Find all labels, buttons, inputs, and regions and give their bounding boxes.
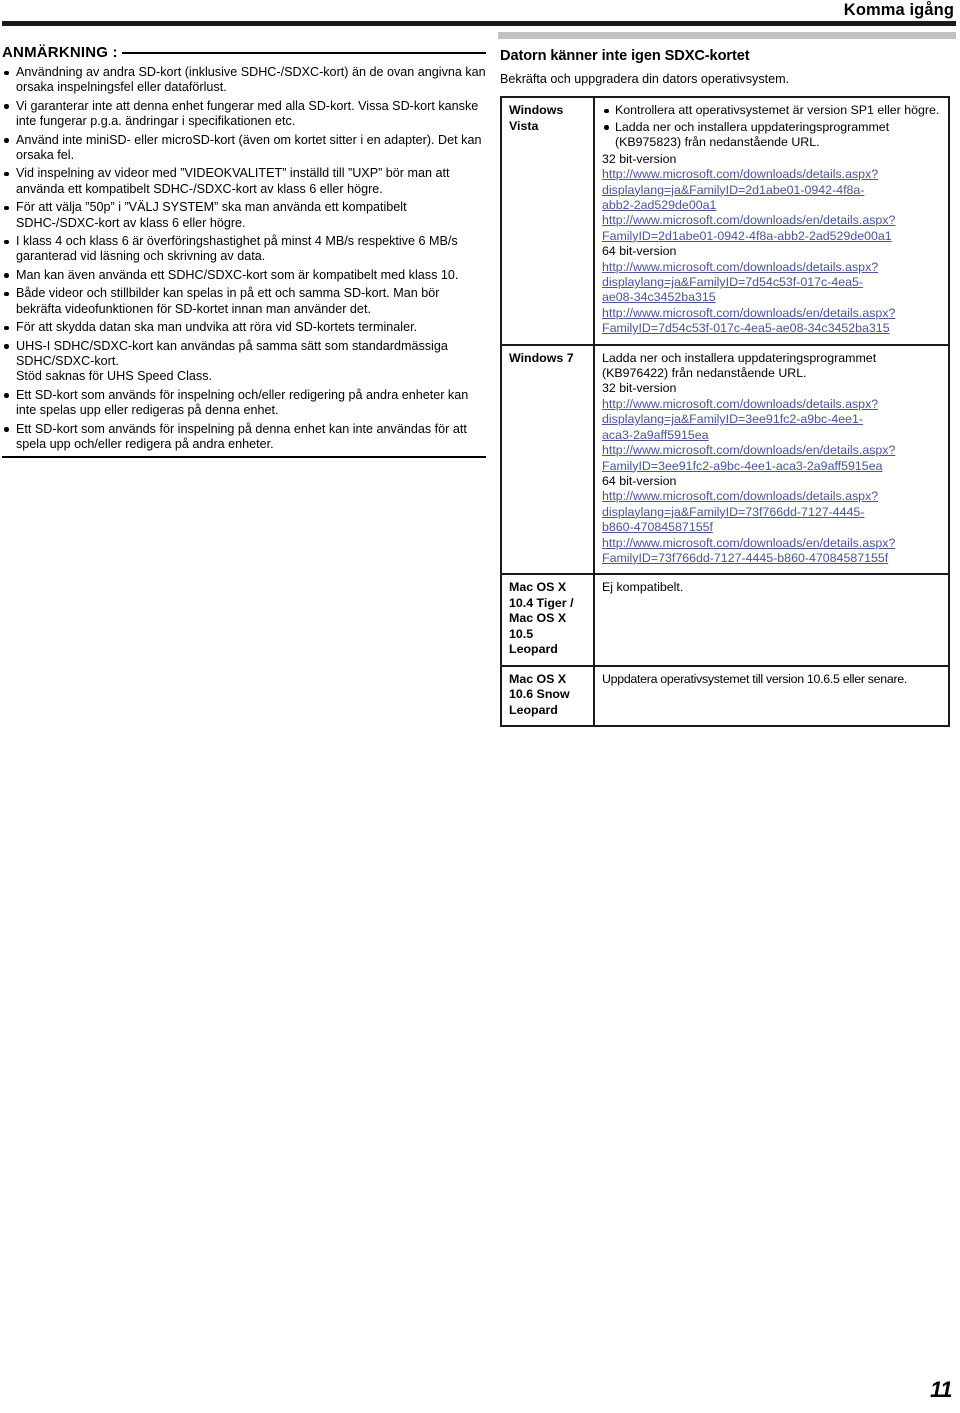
note-bullet-text: Användning av andra SD-kort (inklusive S… (16, 65, 486, 95)
note-bullet-text: För att välja ”50p” i ”VÄLJ SYSTEM” ska … (16, 200, 407, 230)
note-bullet-item: Vid inspelning av videor med ”VIDEOKVALI… (2, 166, 486, 197)
download-url-link[interactable]: http://www.microsoft.com/downloads/detai… (602, 260, 942, 275)
note-bullet-text: Använd inte miniSD- eller microSD-kort (… (16, 132, 482, 163)
download-url-link[interactable]: FamilyID=2d1abe01-0942-4f8a-abb2-2ad529d… (602, 229, 942, 244)
table-row: Windows 7 Ladda ner och installera uppdat… (500, 343, 950, 576)
note-heading-rule (121, 52, 486, 54)
download-url-link[interactable]: abb2-2ad529de00a1 (602, 198, 942, 213)
note-bullet-item: För att skydda datan ska man undvika att… (2, 320, 486, 335)
note-bullet-text: UHS-I SDHC/SDXC-kort kan användas på sam… (16, 338, 448, 368)
note-bullet-item: UHS-I SDHC/SDXC-kort kan användas på sam… (2, 339, 486, 385)
download-url-link[interactable]: displaylang=ja&FamilyID=7d54c53f-017c-4e… (602, 275, 942, 290)
os-name-line: Windows (509, 103, 564, 117)
os-name-line: Leopard (509, 702, 558, 717)
note-bullet-text: Ett SD-kort som används för inspelning p… (16, 421, 467, 451)
note-bullet-item: Använd inte miniSD- eller microSD-kort (… (2, 133, 486, 164)
os-name-line: Windows 7 (509, 350, 574, 365)
note-bullet-item: I klass 4 och klass 6 är överföringshast… (2, 234, 486, 265)
note-bullet-item: För att välja ”50p” i ”VÄLJ SYSTEM” ska … (2, 200, 486, 231)
os-detail-text: 32 bit-version (602, 151, 677, 166)
os-name-cell: Mac OS X 10.4 Tiger / Mac OS X 10.5 Leopard (500, 573, 595, 667)
download-url-link[interactable]: http://www.microsoft.com/downloads/en/de… (602, 443, 942, 458)
os-name-cell: Windows Vista (500, 96, 595, 346)
download-url-link[interactable]: http://www.microsoft.com/downloads/en/de… (602, 213, 942, 228)
right-column: Datorn känner inte igen SDXC-kortet Bekr… (498, 32, 956, 728)
os-name-line: 10.6 Snow (509, 687, 570, 702)
os-detail-text: Ladda ner och installera uppdateringspro… (602, 350, 877, 365)
section-accent-bar (498, 32, 956, 39)
os-name-line: Mac OS X (509, 671, 567, 686)
os-name-line: Vista (509, 118, 539, 133)
download-url-link[interactable]: http://www.microsoft.com/downloads/detai… (602, 489, 942, 504)
note-closing-rule (2, 456, 486, 459)
os-detail-bullet-list: Kontrollera att operativsystemet är vers… (602, 103, 942, 151)
sdxc-section-lede: Bekräfta och uppgradera din dators opera… (500, 72, 790, 86)
download-url-link[interactable]: displaylang=ja&FamilyID=2d1abe01-0942-4f… (602, 183, 942, 198)
table-row: Mac OS X 10.6 Snow Leopard Uppdatera operat… (500, 664, 950, 728)
note-bullet-item: Ett SD-kort som används för inspelning o… (2, 388, 486, 419)
note-bullet-item: Användning av andra SD-kort (inklusive S… (2, 65, 486, 96)
note-bullet-text: För att skydda datan ska man undvika att… (16, 320, 418, 335)
note-bullet-item: Vi garanterar inte att denna enhet funge… (2, 99, 486, 130)
download-url-link[interactable]: http://www.microsoft.com/downloads/en/de… (602, 536, 942, 551)
download-url-link[interactable]: http://www.microsoft.com/downloads/en/de… (602, 306, 942, 321)
note-label: ANMÄRKNING : (2, 43, 118, 61)
os-detail-cell: Ej kompatibelt. (593, 573, 950, 667)
download-url-link[interactable]: ae08-34c3452ba315 (602, 290, 942, 305)
os-name-cell: Windows 7 (500, 343, 595, 576)
os-detail-cell: Uppdatera operativsystemet till version … (593, 664, 950, 728)
table-row: Windows Vista Kontrollera att operativsyst… (500, 96, 950, 346)
download-url-link[interactable]: aca3-2a9aff5915ea (602, 428, 942, 443)
download-url-link[interactable]: b860-47084587155f (602, 520, 942, 535)
os-detail-bullet-item: Ladda ner och installera uppdateringspro… (602, 120, 942, 151)
note-bullet-text: Vi garanterar inte att denna enhet funge… (16, 98, 479, 129)
os-name-line: 10.4 Tiger / (509, 595, 574, 610)
download-url-link[interactable]: displaylang=ja&FamilyID=3ee91fc2-a9bc-4e… (602, 412, 942, 427)
download-url-link[interactable]: FamilyID=73f766dd-7127-4445-b860-4708458… (602, 551, 942, 566)
page-number: 11 (930, 1377, 952, 1402)
os-name-line: 10.5 (509, 626, 534, 641)
note-bullet-item: Ett SD-kort som används för inspelning p… (2, 422, 486, 453)
os-detail-text: 32 bit-version (602, 381, 677, 396)
download-url-link[interactable]: displaylang=ja&FamilyID=73f766dd-7127-44… (602, 505, 942, 520)
note-bullet-text: I klass 4 och klass 6 är överföringshast… (16, 234, 458, 264)
os-name-cell: Mac OS X 10.6 Snow Leopard (500, 664, 595, 728)
download-url-link[interactable]: http://www.microsoft.com/downloads/detai… (602, 397, 942, 412)
os-detail-cell: Kontrollera att operativsystemet är vers… (593, 96, 950, 346)
os-name-line: Leopard (509, 642, 558, 657)
note-bullet-text: Man kan även använda ett SDHC/SDXC-kort … (16, 267, 459, 282)
os-detail-text: Ej kompatibelt. (602, 580, 684, 595)
os-detail-text: 64 bit-version (602, 473, 677, 488)
header-divider-rule (2, 21, 956, 26)
page-title: Komma igång (843, 1, 954, 19)
note-bullet-text: Ett SD-kort som används för inspelning o… (16, 387, 469, 418)
note-bullet-item: Både videor och stillbilder kan spelas i… (2, 286, 486, 317)
os-compatibility-table: Windows Vista Kontrollera att operativsyst… (500, 96, 950, 728)
note-bullet-list: Användning av andra SD-kort (inklusive S… (2, 65, 486, 452)
os-detail-text: (KB976422) från nedanstående URL. (602, 366, 807, 381)
os-detail-cell: Ladda ner och installera uppdateringspro… (593, 343, 950, 576)
note-bullet-text: Vid inspelning av videor med ”VIDEOKVALI… (16, 166, 450, 196)
sdxc-section-title: Datorn känner inte igen SDXC-kortet (500, 48, 750, 64)
download-url-link[interactable]: FamilyID=7d54c53f-017c-4ea5-ae08-34c3452… (602, 321, 942, 336)
os-detail-bullet-item: Kontrollera att operativsystemet är vers… (602, 103, 942, 119)
os-name-line: Mac OS X (509, 611, 567, 626)
note-bullet-item: Man kan även använda ett SDHC/SDXC-kort … (2, 268, 486, 283)
note-bullet-text: Både videor och stillbilder kan spelas i… (16, 286, 440, 316)
os-name-line: Mac OS X (509, 580, 567, 595)
os-detail-text: Uppdatera operativsystemet till version … (602, 671, 908, 686)
note-block-heading: ANMÄRKNING : (2, 42, 486, 62)
download-url-link[interactable]: FamilyID=3ee91fc2-a9bc-4ee1-aca3-2a9aff5… (602, 459, 942, 474)
note-bullet-text: Stöd saknas för UHS Speed Class. (16, 369, 212, 384)
os-detail-text: 64 bit-version (602, 244, 677, 259)
download-url-link[interactable]: http://www.microsoft.com/downloads/detai… (602, 167, 942, 182)
left-column: ANMÄRKNING : Användning av andra SD-kort… (2, 42, 486, 459)
table-row: Mac OS X 10.4 Tiger / Mac OS X 10.5 Leopard E… (500, 573, 950, 667)
